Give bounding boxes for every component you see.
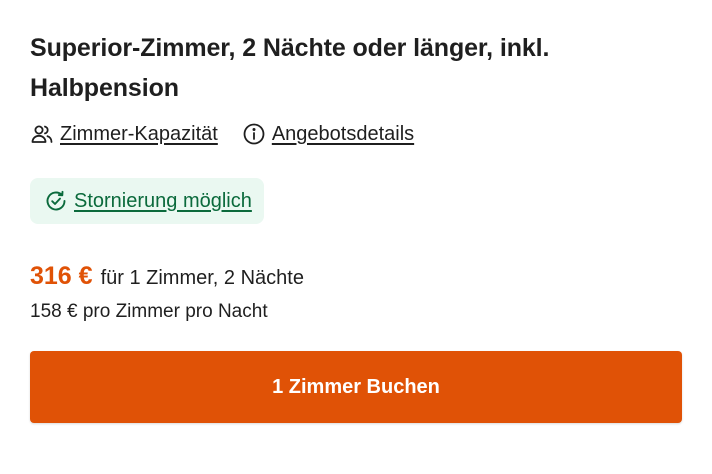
offer-details-link[interactable]: Angebotsdetails <box>242 122 414 146</box>
total-price-description: für 1 Zimmer, 2 Nächte <box>100 267 304 289</box>
offer-links: Zimmer-Kapazität Angebotsdetails <box>30 120 682 148</box>
cancellation-label: Stornierung möglich <box>74 189 252 212</box>
info-icon <box>242 122 266 146</box>
offer-card: Superior-Zimmer, 2 Nächte oder länger, i… <box>30 28 682 423</box>
book-room-button[interactable]: 1 Zimmer Buchen <box>30 351 682 423</box>
refresh-check-icon <box>44 189 68 213</box>
price-per-night: 158 € pro Zimmer pro Nacht <box>30 301 268 322</box>
cancellation-badge[interactable]: Stornierung möglich <box>30 178 264 224</box>
room-capacity-label: Zimmer-Kapazität <box>60 122 218 145</box>
room-capacity-link[interactable]: Zimmer-Kapazität <box>30 122 218 146</box>
offer-details-label: Angebotsdetails <box>271 122 415 145</box>
users-icon <box>30 122 54 146</box>
total-price: 316 € <box>30 262 93 290</box>
price-row: 316 € für 1 Zimmer, 2 Nächte <box>30 262 682 291</box>
offer-title: Superior-Zimmer, 2 Nächte oder länger, i… <box>30 34 550 102</box>
